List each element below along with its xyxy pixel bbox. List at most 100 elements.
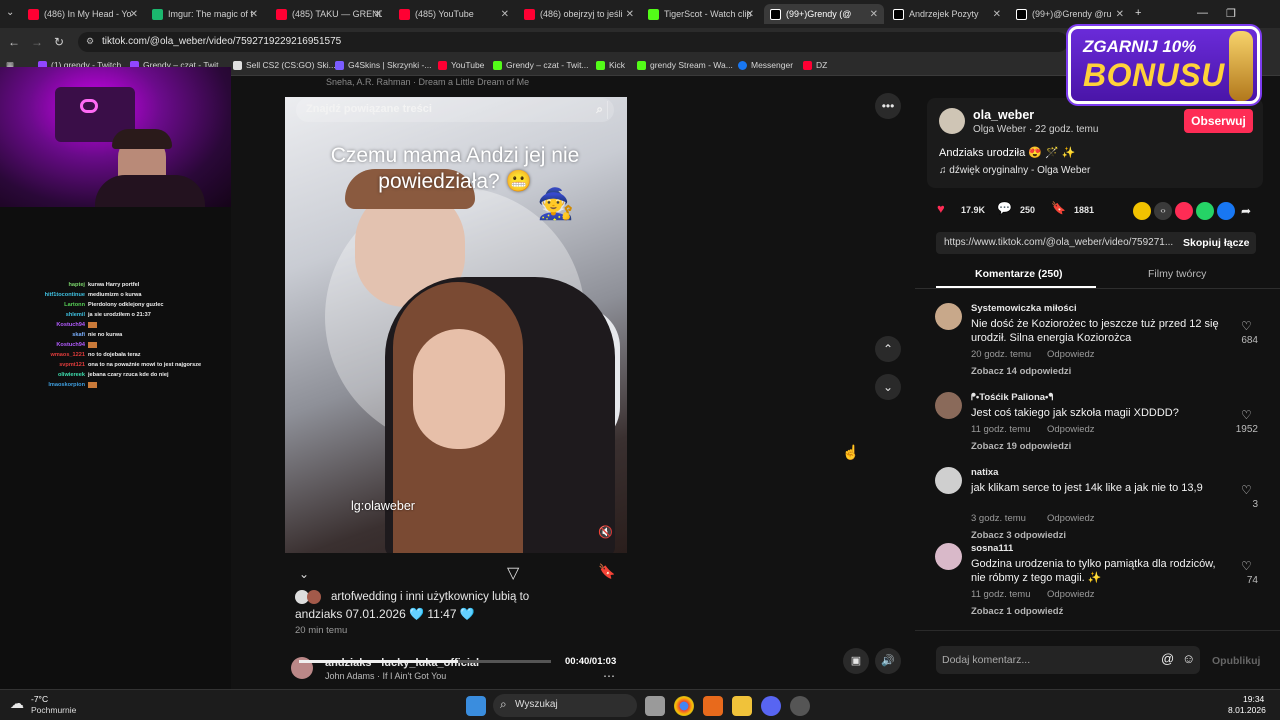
- app-icon[interactable]: [703, 696, 723, 716]
- browser-tab[interactable]: (486) obejrzyj to jeśli ✕: [518, 4, 640, 24]
- close-tab-icon[interactable]: ✕: [870, 9, 878, 20]
- chat-username[interactable]: wmaos_1221: [0, 352, 88, 359]
- chat-username[interactable]: Lartonn: [0, 302, 88, 309]
- heart-icon[interactable]: ♡: [1241, 483, 1252, 497]
- embed-icon[interactable]: ‹›: [1154, 202, 1172, 220]
- reply-button[interactable]: Odpowiedz: [1047, 424, 1095, 435]
- more-options-icon[interactable]: •••: [875, 93, 901, 119]
- chat-username[interactable]: Kostuch94: [0, 342, 88, 349]
- chat-username[interactable]: skafi: [0, 332, 88, 339]
- windows-start-icon[interactable]: [466, 696, 486, 716]
- facebook-icon[interactable]: [1217, 202, 1235, 220]
- tab-list-icon[interactable]: ⌄: [6, 7, 14, 18]
- minimize-icon[interactable]: —: [1197, 7, 1208, 19]
- heart-icon[interactable]: ♡: [1241, 559, 1252, 573]
- previous-video-button[interactable]: ⌃: [875, 336, 901, 362]
- browser-tab[interactable]: Andrzejek Pozyty ✕: [887, 4, 1007, 24]
- tab-comments[interactable]: Komentarze (250): [975, 268, 1063, 280]
- browser-tab[interactable]: (99+)@Grendy @ru ✕: [1010, 4, 1130, 24]
- file-explorer-icon[interactable]: [732, 696, 752, 716]
- close-tab-icon[interactable]: ✕: [501, 9, 509, 20]
- chrome-icon[interactable]: [674, 696, 694, 716]
- browser-tab-active[interactable]: (99+)Grendy (@ ✕: [764, 4, 884, 24]
- post-sound[interactable]: ♫ dźwięk oryginalny - Olga Weber: [939, 165, 1090, 176]
- chat-username[interactable]: Kostuch94: [0, 322, 88, 329]
- muted-icon[interactable]: 🔇: [598, 525, 613, 539]
- next-video-button[interactable]: ⌄: [875, 374, 901, 400]
- send-to-friends-icon[interactable]: [1175, 202, 1193, 220]
- mention-icon[interactable]: @: [1161, 651, 1174, 666]
- coin-icon[interactable]: [1133, 202, 1151, 220]
- weather-icon[interactable]: ☁: [10, 695, 24, 712]
- url-field[interactable]: ⚙ tiktok.com/@ola_weber/video/7592719229…: [78, 32, 1068, 52]
- bookmark-item[interactable]: Kick: [596, 60, 625, 70]
- close-tab-icon[interactable]: ✕: [626, 9, 634, 20]
- forward-icon[interactable]: →: [31, 35, 43, 49]
- chevron-down-icon[interactable]: ⌄: [299, 567, 309, 581]
- bookmark-item[interactable]: Grendy – czat - Twit...: [493, 60, 589, 70]
- commenter-name[interactable]: sosna111: [971, 543, 1013, 554]
- back-icon[interactable]: ←: [8, 35, 20, 49]
- heart-icon[interactable]: ♥: [937, 201, 955, 219]
- related-search-input[interactable]: Znajdź powiązane treści ⌕: [296, 98, 614, 122]
- browser-tab[interactable]: (485) TAKU — GRENDY ✕: [270, 4, 388, 24]
- bookmark-item[interactable]: YouTube: [438, 60, 484, 70]
- commenter-avatar[interactable]: [935, 467, 962, 494]
- more-options-icon[interactable]: ⋯: [603, 669, 615, 683]
- discord-icon[interactable]: [761, 696, 781, 716]
- publish-button[interactable]: Opublikuj: [1212, 655, 1260, 667]
- chat-username[interactable]: haptej: [0, 282, 88, 289]
- site-info-icon[interactable]: ⚙: [86, 36, 94, 47]
- close-tab-icon[interactable]: ✕: [374, 9, 382, 20]
- view-replies-button[interactable]: Zobacz 14 odpowiedzi: [971, 366, 1071, 377]
- bookmark-icon[interactable]: 🔖: [598, 563, 615, 580]
- view-replies-button[interactable]: Zobacz 3 odpowiedzi: [971, 530, 1066, 541]
- close-tab-icon[interactable]: ✕: [1116, 9, 1124, 20]
- author-username[interactable]: ola_weber: [973, 108, 1034, 122]
- commenter-name[interactable]: Systemowiczka miłości: [971, 303, 1077, 314]
- bookmark-item[interactable]: Messenger: [738, 60, 793, 70]
- comment-input[interactable]: Dodaj komentarz... @ ☺: [936, 646, 1200, 674]
- heart-icon[interactable]: ♡: [1241, 408, 1252, 422]
- close-tab-icon[interactable]: ✕: [250, 9, 258, 20]
- copy-link-button[interactable]: Skopiuj łącze: [1183, 237, 1250, 249]
- chat-username[interactable]: hitf1tocontinue: [0, 292, 88, 299]
- follow-button[interactable]: Obserwuj: [1184, 109, 1253, 133]
- reload-icon[interactable]: ↻: [54, 35, 64, 49]
- new-tab-icon[interactable]: +: [1135, 7, 1141, 19]
- comment-icon[interactable]: 💬: [997, 201, 1015, 219]
- view-replies-button[interactable]: Zobacz 1 odpowiedź: [971, 606, 1063, 617]
- bookmark-item[interactable]: grendy Stream - Wa...: [637, 60, 733, 70]
- bookmark-item[interactable]: Sell CS2 (CS:GO) Ski...: [233, 60, 336, 70]
- share-icon[interactable]: ➦: [1241, 204, 1251, 218]
- volume-icon[interactable]: 🔊: [875, 648, 901, 674]
- chat-username[interactable]: oliwiereek: [0, 372, 88, 379]
- reply-button[interactable]: Odpowiedz: [1047, 589, 1095, 600]
- emoji-icon[interactable]: ☺: [1182, 651, 1195, 666]
- maximize-icon[interactable]: ❐: [1226, 7, 1236, 20]
- tab-creator-videos[interactable]: Filmy twórcy: [1148, 268, 1206, 280]
- search-icon[interactable]: ⌕: [596, 102, 603, 117]
- picture-in-picture-icon[interactable]: ▣: [843, 648, 869, 674]
- browser-tab[interactable]: (486) In My Head - Yo ✕: [22, 4, 144, 24]
- commenter-name[interactable]: natixa: [971, 467, 998, 478]
- next-author[interactable]: andziaks · lucky_luka_official: [325, 657, 479, 669]
- chat-username[interactable]: lmaoskorpion: [0, 382, 88, 389]
- share-send-icon[interactable]: ▽: [507, 563, 519, 583]
- browser-tab[interactable]: (485) YouTube ✕: [393, 4, 515, 24]
- author-avatar[interactable]: [939, 108, 965, 134]
- commenter-avatar[interactable]: [935, 303, 962, 330]
- chat-username[interactable]: shlemil: [0, 312, 88, 319]
- task-view-icon[interactable]: [645, 696, 665, 716]
- video-progress-track[interactable]: [299, 660, 551, 663]
- chat-username[interactable]: svpmt121: [0, 362, 88, 369]
- heart-icon[interactable]: ♡: [1241, 319, 1252, 333]
- close-tab-icon[interactable]: ✕: [993, 9, 1001, 20]
- commenter-avatar[interactable]: [935, 543, 962, 570]
- view-replies-button[interactable]: Zobacz 19 odpowiedzi: [971, 441, 1071, 452]
- browser-tab[interactable]: TigerScot - Watch clip ✕: [642, 4, 760, 24]
- reply-button[interactable]: Odpowiedz: [1047, 349, 1095, 360]
- commenter-name[interactable]: ᖰ•Tośćik Paliona•ᖳ: [971, 392, 1053, 403]
- close-tab-icon[interactable]: ✕: [130, 9, 138, 20]
- app-icon[interactable]: [790, 696, 810, 716]
